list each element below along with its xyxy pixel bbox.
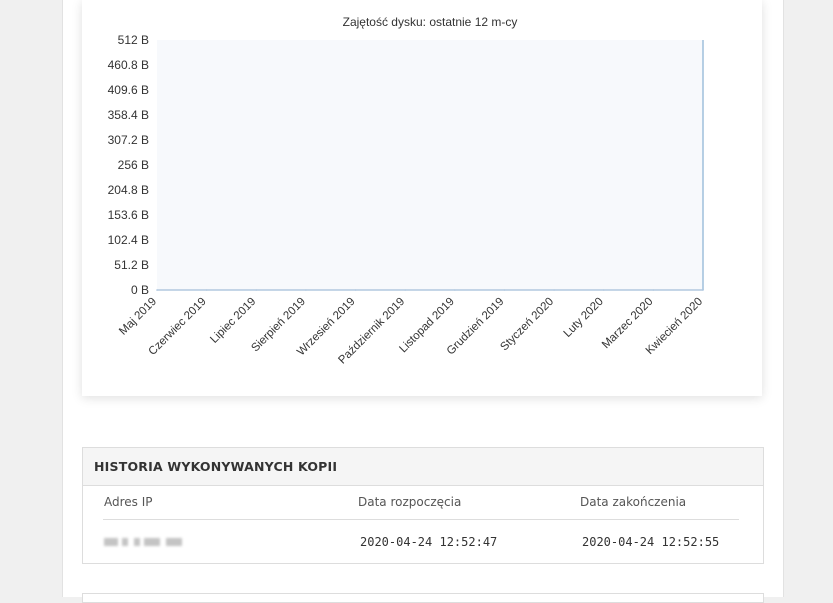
y-tick-label: 0 B [131, 283, 149, 297]
y-tick-label: 307.2 B [108, 133, 149, 147]
y-tick-label: 358.4 B [108, 108, 149, 122]
x-tick-label: Marzec 2020 [600, 296, 655, 351]
table-header-divider [103, 519, 739, 520]
row-start-date: 2020-04-24 12:52:47 [360, 535, 498, 549]
next-panel-edge [82, 593, 764, 603]
backup-history-panel: HISTORIA WYKONYWANYCH KOPII Adres IP Dat… [82, 447, 764, 564]
row-end-date: 2020-04-24 12:52:55 [582, 535, 720, 549]
disk-usage-chart: Zajętość dysku: ostatnie 12 m-cy 0 B 51.2… [108, 15, 705, 367]
y-tick-label: 512 B [118, 33, 149, 47]
x-tick-label: Styczeń 2020 [498, 296, 556, 354]
y-tick-label: 460.8 B [108, 58, 149, 72]
backup-history-header: HISTORIA WYKONYWANYCH KOPII [83, 448, 763, 486]
y-tick-label: 409.6 B [108, 83, 149, 97]
plot-area [157, 40, 703, 290]
disk-usage-chart-card: Zajętość dysku: ostatnie 12 m-cy 0 B 51.2… [82, 0, 762, 396]
column-header-end-date: Data zakończenia [580, 495, 687, 509]
y-tick-label: 102.4 B [108, 233, 149, 247]
x-tick-label: Maj 2019 [117, 296, 159, 338]
y-tick-label: 51.2 B [114, 258, 149, 272]
backup-history-title: HISTORIA WYKONYWANYCH KOPII [94, 459, 338, 474]
chart-title: Zajętość dysku: ostatnie 12 m-cy [343, 15, 518, 29]
column-header-ip: Adres IP [104, 495, 153, 509]
column-header-start-date: Data rozpoczęcia [358, 495, 462, 509]
y-tick-label: 153.6 B [108, 208, 149, 222]
x-tick-label: Lipiec 2019 [208, 296, 258, 346]
y-tick-label: 256 B [118, 158, 149, 172]
ip-address-redacted [104, 536, 186, 548]
x-tick-label: Luty 2020 [562, 296, 606, 340]
y-tick-label: 204.8 B [108, 183, 149, 197]
